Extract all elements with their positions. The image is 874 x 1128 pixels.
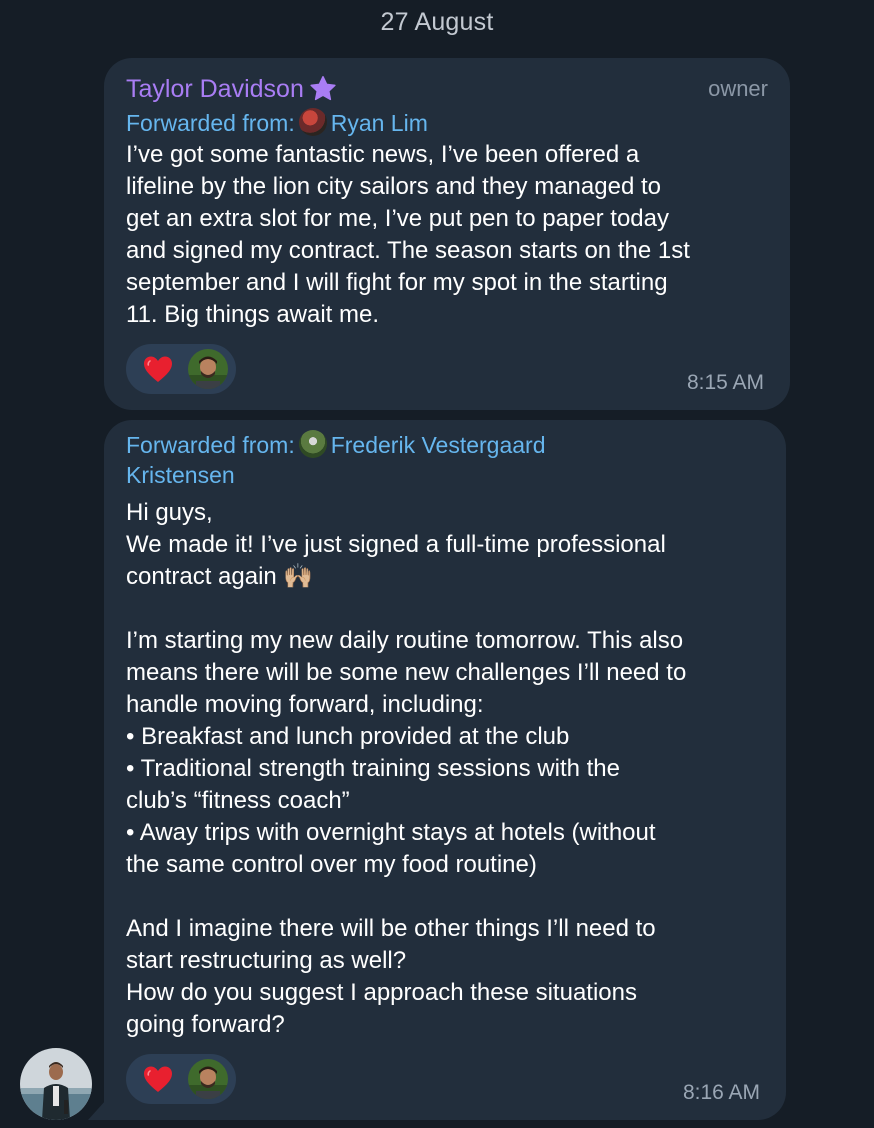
sender-name[interactable]: Taylor Davidson (126, 74, 338, 104)
bubble-tail (88, 1100, 106, 1120)
message-text: Hi guys, We made it! I’ve just signed a … (126, 499, 687, 1038)
heart-icon (144, 356, 172, 382)
star-icon (310, 76, 336, 101)
forwarded-name-line2: Kristensen (126, 462, 235, 488)
role-badge: owner (708, 76, 768, 101)
message-bubble[interactable]: Taylor Davidson owner Forwarded from: Rya… (104, 58, 790, 410)
forwarded-prefix: Forwarded from: (126, 110, 295, 136)
reactor-avatar (188, 1059, 228, 1099)
message-text: I’ve got some fantastic news, I’ve been … (126, 141, 690, 328)
reactor-avatar (188, 349, 228, 389)
timestamp: 8:15 AM (686, 371, 764, 394)
message-bubble[interactable]: Forwarded from: Frederik Vestergaard Kris… (104, 420, 786, 1120)
reaction-chip[interactable] (126, 344, 236, 394)
forwarded-name: Ryan Lim (330, 110, 428, 136)
forwarded-avatar (298, 108, 327, 136)
forwarded-header[interactable]: Forwarded from: Frederik Vestergaard Kris… (126, 430, 546, 490)
date-separator: 27 August (380, 8, 494, 36)
forwarded-avatar (298, 430, 327, 458)
timestamp: 8:16 AM (682, 1081, 760, 1104)
reaction-chip[interactable] (126, 1054, 236, 1104)
forwarded-prefix: Forwarded from: (126, 432, 295, 458)
sender-avatar[interactable] (20, 1048, 92, 1120)
heart-icon (144, 1066, 172, 1092)
forwarded-name: Frederik Vestergaard (330, 432, 546, 458)
forwarded-header[interactable]: Forwarded from: Ryan Lim (126, 108, 428, 138)
sender-name-label: Taylor Davidson (126, 74, 304, 103)
